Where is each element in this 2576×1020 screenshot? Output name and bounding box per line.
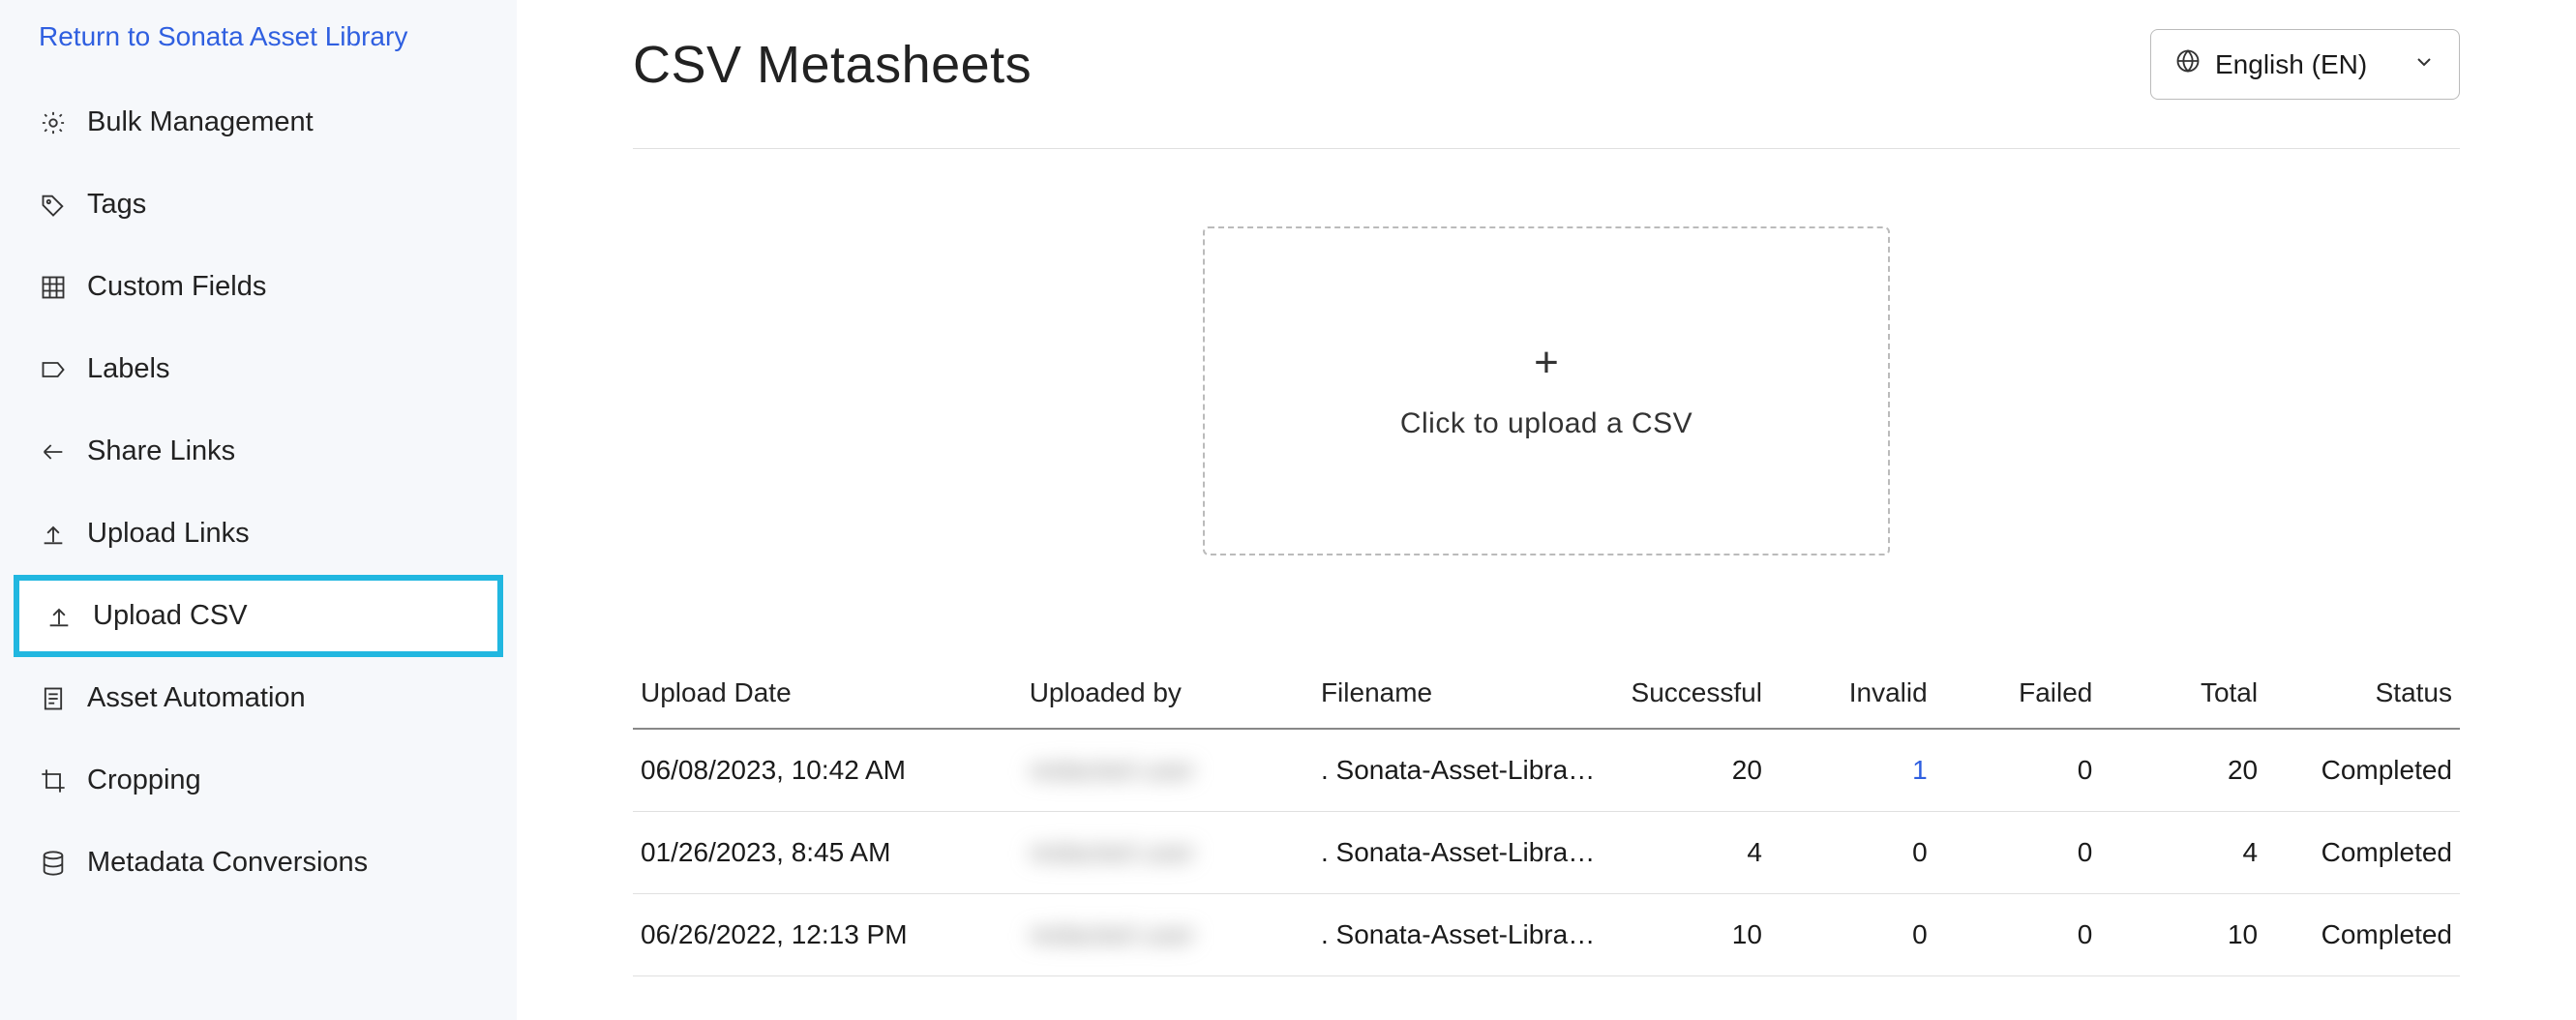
upload-dropzone[interactable]: + Click to upload a CSV — [1203, 226, 1890, 555]
uploads-table: Upload Date Uploaded by Filename Success… — [633, 662, 2460, 976]
cell-failed: 0 — [1935, 729, 2101, 812]
cell-date: 01/26/2023, 8:45 AM — [633, 812, 1022, 894]
upload-icon — [45, 602, 74, 631]
sidebar-item-upload-links[interactable]: Upload Links — [0, 493, 517, 575]
return-link[interactable]: Return to Sonata Asset Library — [0, 12, 517, 81]
divider — [633, 148, 2460, 149]
sidebar-item-label: Upload Links — [87, 518, 250, 550]
sidebar-item-asset-automation[interactable]: Asset Automation — [0, 657, 517, 739]
cell-date: 06/26/2022, 12:13 PM — [633, 894, 1022, 976]
dropzone-text: Click to upload a CSV — [1400, 407, 1692, 440]
sidebar-item-labels[interactable]: Labels — [0, 328, 517, 410]
sidebar-item-label: Share Links — [87, 435, 235, 467]
th-status[interactable]: Status — [2265, 662, 2460, 729]
gear-icon — [39, 108, 68, 137]
cell-status: Completed — [2265, 812, 2460, 894]
cell-filename: . Sonata-Asset-Library… — [1313, 812, 1604, 894]
page-title: CSV Metasheets — [633, 35, 1032, 95]
cell-uploaded-by: redacted user — [1022, 812, 1313, 894]
cell-uploaded-by: redacted user — [1022, 729, 1313, 812]
sidebar-item-label: Cropping — [87, 765, 201, 796]
th-filename[interactable]: Filename — [1313, 662, 1604, 729]
sidebar-item-share-links[interactable]: Share Links — [0, 410, 517, 493]
language-label: English (EN) — [2215, 49, 2367, 80]
cell-filename: . Sonata-Asset-Library… — [1313, 729, 1604, 812]
sidebar: Return to Sonata Asset Library Bulk Mana… — [0, 0, 517, 1020]
sidebar-item-label: Tags — [87, 189, 146, 221]
table-row: 06/08/2023, 10:42 AMredacted user. Sonat… — [633, 729, 2460, 812]
plus-icon: + — [1534, 342, 1559, 384]
th-uploaded-by[interactable]: Uploaded by — [1022, 662, 1313, 729]
sidebar-item-label: Labels — [87, 353, 169, 385]
cell-successful: 4 — [1604, 812, 1770, 894]
cell-failed: 0 — [1935, 894, 2101, 976]
cell-date: 06/08/2023, 10:42 AM — [633, 729, 1022, 812]
cell-invalid: 0 — [1770, 894, 1935, 976]
sidebar-item-upload-csv[interactable]: Upload CSV — [14, 575, 503, 657]
cell-successful: 20 — [1604, 729, 1770, 812]
sidebar-item-label: Asset Automation — [87, 682, 306, 714]
grid-icon — [39, 273, 68, 302]
th-successful[interactable]: Successful — [1604, 662, 1770, 729]
th-upload-date[interactable]: Upload Date — [633, 662, 1022, 729]
table-row: 01/26/2023, 8:45 AMredacted user. Sonata… — [633, 812, 2460, 894]
share-icon — [39, 437, 68, 466]
header: CSV Metasheets English (EN) — [633, 29, 2460, 100]
sidebar-item-label: Metadata Conversions — [87, 847, 368, 879]
tag-icon — [39, 191, 68, 220]
sidebar-item-metadata-conversions[interactable]: Metadata Conversions — [0, 822, 517, 904]
cell-status: Completed — [2265, 894, 2460, 976]
table-row: 06/26/2022, 12:13 PMredacted user. Sonat… — [633, 894, 2460, 976]
cell-failed: 0 — [1935, 812, 2101, 894]
upload-icon — [39, 520, 68, 549]
sidebar-item-label: Upload CSV — [93, 600, 248, 632]
cell-invalid: 0 — [1770, 812, 1935, 894]
crop-icon — [39, 766, 68, 795]
th-total[interactable]: Total — [2100, 662, 2265, 729]
language-select[interactable]: English (EN) — [2150, 29, 2460, 100]
document-icon — [39, 684, 68, 713]
sidebar-item-cropping[interactable]: Cropping — [0, 739, 517, 822]
sidebar-item-label: Bulk Management — [87, 106, 314, 138]
cell-status: Completed — [2265, 729, 2460, 812]
sidebar-item-bulk-management[interactable]: Bulk Management — [0, 81, 517, 164]
label-icon — [39, 355, 68, 384]
cell-uploaded-by: redacted user — [1022, 894, 1313, 976]
th-failed[interactable]: Failed — [1935, 662, 2101, 729]
cell-total: 20 — [2100, 729, 2265, 812]
chevron-down-icon — [2412, 49, 2436, 80]
main-content: CSV Metasheets English (EN) + Click to u… — [517, 0, 2576, 1020]
database-icon — [39, 849, 68, 878]
globe-icon — [2174, 47, 2202, 81]
cell-filename: . Sonata-Asset-Library… — [1313, 894, 1604, 976]
sidebar-item-custom-fields[interactable]: Custom Fields — [0, 246, 517, 328]
th-invalid[interactable]: Invalid — [1770, 662, 1935, 729]
sidebar-item-label: Custom Fields — [87, 271, 266, 303]
cell-invalid[interactable]: 1 — [1770, 729, 1935, 812]
cell-total: 4 — [2100, 812, 2265, 894]
sidebar-item-tags[interactable]: Tags — [0, 164, 517, 246]
cell-total: 10 — [2100, 894, 2265, 976]
cell-successful: 10 — [1604, 894, 1770, 976]
